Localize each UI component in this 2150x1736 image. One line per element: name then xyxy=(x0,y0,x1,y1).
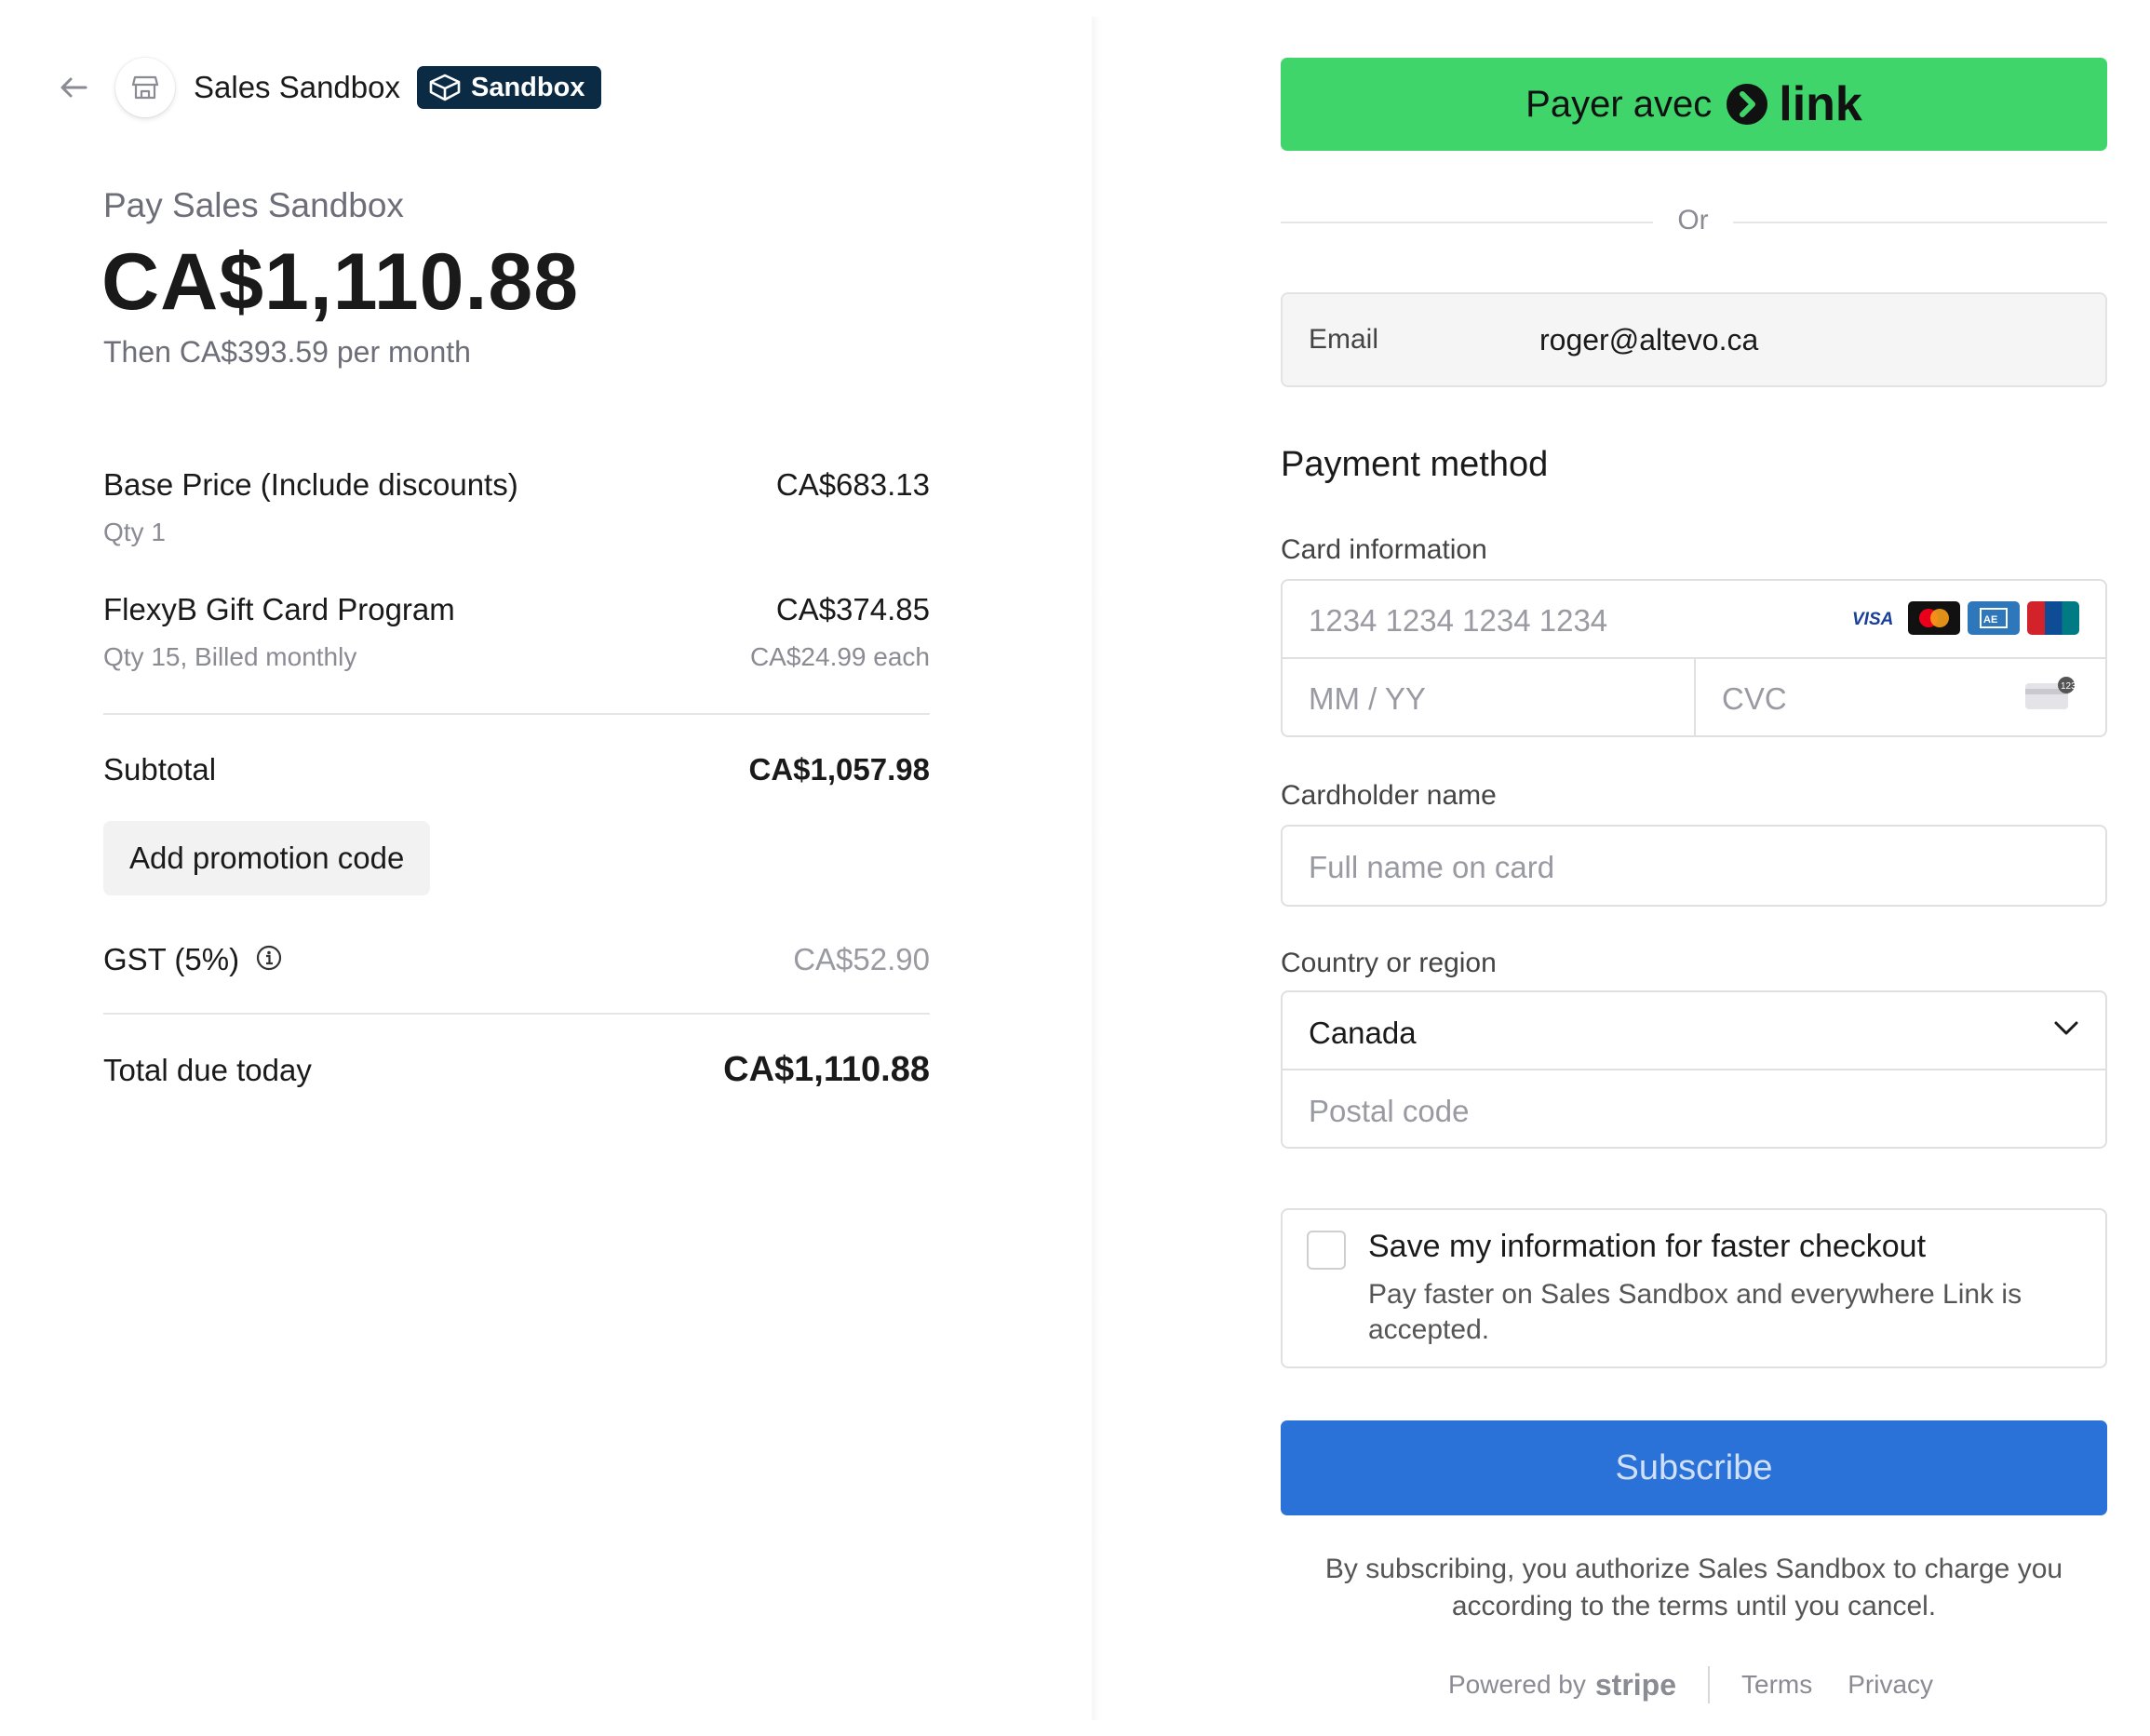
line-item-price: CA$374.85 xyxy=(775,592,930,626)
powered-by-text: Powered by xyxy=(1448,1670,1586,1699)
email-field[interactable]: Email roger@altevo.ca xyxy=(1281,292,2107,387)
order-summary-panel: Sales Sandbox Sandbox Pay Sales Sandbox … xyxy=(0,0,1092,1720)
pay-with-link-prefix: Payer avec xyxy=(1525,83,1713,125)
store-icon xyxy=(115,58,175,117)
card-number-input[interactable]: 1234 1234 1234 1234 VISA AE xyxy=(1281,579,2107,659)
svg-text:AE: AE xyxy=(1983,614,1997,626)
line-item-name: Base Price (Include discounts) xyxy=(103,467,518,502)
save-info-checkbox[interactable] xyxy=(1307,1231,1346,1270)
link-logo-icon xyxy=(1727,84,1768,125)
or-divider-right xyxy=(1733,222,2107,223)
merchant-name: Sales Sandbox xyxy=(194,70,400,104)
tax-row: GST (5%) CA$52.90 xyxy=(103,942,930,979)
footer: Powered by stripe Terms Privacy xyxy=(1448,1666,1933,1703)
country-select[interactable]: Canada xyxy=(1281,990,2107,1070)
total-row: Total due today CA$1,110.88 xyxy=(103,1050,930,1090)
pay-with-link-button[interactable]: Payer avec link xyxy=(1281,58,2107,151)
subtotal-row: Subtotal CA$1,057.98 xyxy=(103,752,930,787)
line-item-details: Qty 15, Billed monthly CA$24.99 each xyxy=(103,642,930,672)
cvc-input[interactable]: CVC 123 xyxy=(1694,657,2107,737)
or-divider-text: Or xyxy=(1677,205,1709,236)
summary-divider xyxy=(103,1013,930,1015)
subtotal-label: Subtotal xyxy=(103,752,217,787)
tax-label: GST (5%) xyxy=(103,942,240,976)
card-number-placeholder: 1234 1234 1234 1234 xyxy=(1309,603,1608,638)
summary-divider xyxy=(103,713,930,715)
subtotal-value: CA$1,057.98 xyxy=(748,752,930,787)
cardholder-name-placeholder: Full name on card xyxy=(1309,850,1555,884)
total-due-value: CA$1,110.88 xyxy=(723,1050,930,1089)
pay-to-label: Pay Sales Sandbox xyxy=(103,186,404,224)
cvc-card-icon: 123 xyxy=(2023,676,2077,718)
postal-code-input[interactable]: Postal code xyxy=(1281,1069,2107,1149)
legal-text: By subscribing, you authorize Sales Sand… xyxy=(1324,1554,2063,1622)
amex-icon: AE xyxy=(1968,601,2020,635)
mastercard-icon xyxy=(1908,601,1960,635)
country-label: Country or region xyxy=(1281,948,1497,978)
postal-code-placeholder: Postal code xyxy=(1309,1094,1470,1128)
back-arrow-icon[interactable] xyxy=(58,72,89,103)
privacy-link[interactable]: Privacy xyxy=(1848,1670,1933,1700)
visa-icon: VISA xyxy=(1848,601,1901,635)
line-item-unit-price: CA$24.99 each xyxy=(749,642,930,671)
panel-divider xyxy=(1092,17,1101,1720)
line-item: FlexyB Gift Card Program CA$374.85 xyxy=(103,592,930,627)
chevron-down-icon xyxy=(2053,1020,2079,1042)
save-info-container: Save my information for faster checkout … xyxy=(1281,1208,2107,1368)
cardholder-name-label: Cardholder name xyxy=(1281,780,1497,811)
subscribe-button[interactable]: Subscribe xyxy=(1281,1420,2107,1515)
or-divider-left xyxy=(1281,222,1653,223)
email-value: roger@altevo.ca xyxy=(1539,322,1759,357)
sandbox-badge-label: Sandbox xyxy=(471,72,585,102)
line-item-qty: Qty 15, Billed monthly xyxy=(103,642,357,671)
line-item-qty: Qty 1 xyxy=(103,518,166,546)
recurring-amount: Then CA$393.59 per month xyxy=(103,335,471,369)
line-item-details: Qty 1 xyxy=(103,518,930,547)
line-item-name: FlexyB Gift Card Program xyxy=(103,592,455,626)
total-amount: CA$1,110.88 xyxy=(101,237,580,327)
cube-icon xyxy=(429,74,461,101)
svg-text:123: 123 xyxy=(2061,681,2076,692)
total-due-label: Total due today xyxy=(103,1053,312,1087)
payment-method-heading: Payment method xyxy=(1281,445,1549,484)
tax-value: CA$52.90 xyxy=(793,942,930,976)
card-information-label: Card information xyxy=(1281,534,1487,565)
sandbox-badge: Sandbox xyxy=(417,66,602,109)
email-label: Email xyxy=(1309,324,1379,355)
stripe-logo[interactable]: stripe xyxy=(1595,1668,1676,1702)
merchant-header: Sales Sandbox Sandbox xyxy=(58,58,602,117)
line-item-price: CA$683.13 xyxy=(775,467,930,502)
cardholder-name-input[interactable]: Full name on card xyxy=(1281,825,2107,907)
unionpay-icon xyxy=(2027,601,2079,635)
line-item: Base Price (Include discounts) CA$683.13 xyxy=(103,467,930,503)
terms-link[interactable]: Terms xyxy=(1741,1670,1812,1700)
add-promotion-code-button[interactable]: Add promotion code xyxy=(103,821,431,895)
expiry-placeholder: MM / YY xyxy=(1309,681,1426,716)
expiry-input[interactable]: MM / YY xyxy=(1281,657,1696,737)
info-icon[interactable] xyxy=(255,944,283,979)
cvc-placeholder: CVC xyxy=(1722,681,1787,716)
footer-divider xyxy=(1708,1666,1711,1703)
country-value: Canada xyxy=(1309,1016,1417,1050)
link-brand-word: link xyxy=(1779,77,1862,131)
save-info-title: Save my information for faster checkout xyxy=(1368,1229,1927,1264)
svg-text:VISA: VISA xyxy=(1852,610,1893,628)
tax-label-group: GST (5%) xyxy=(103,942,283,979)
save-info-description: Pay faster on Sales Sandbox and everywhe… xyxy=(1368,1279,2022,1345)
card-brands: VISA AE xyxy=(1848,601,2079,635)
